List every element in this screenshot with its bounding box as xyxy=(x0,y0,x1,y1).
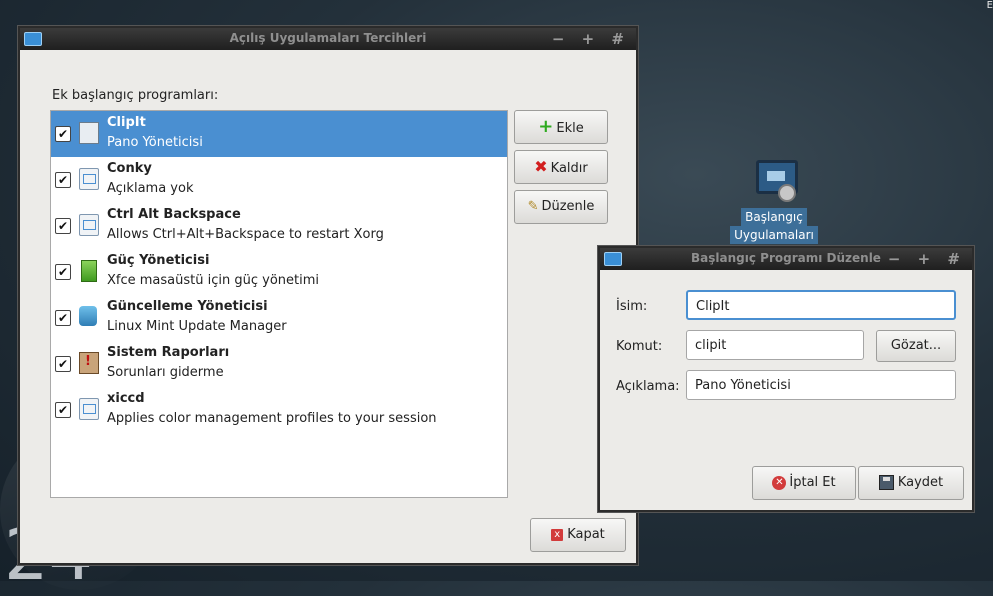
close-icon: ✖ xyxy=(534,157,548,176)
item-desc: Sorunları giderme xyxy=(107,365,224,380)
checkbox[interactable]: ✔ xyxy=(55,402,71,418)
battery-icon xyxy=(81,260,97,282)
generic-app-icon xyxy=(79,168,99,190)
item-desc: Allows Ctrl+Alt+Backspace to restart Xor… xyxy=(107,227,384,242)
cancel-icon: ✕ xyxy=(772,475,787,490)
item-name: Conky xyxy=(107,161,152,176)
clipit-icon xyxy=(79,122,99,144)
item-name: xiccd xyxy=(107,391,145,406)
update-manager-icon xyxy=(79,306,97,326)
close-button[interactable]: x Kapat xyxy=(530,518,626,552)
add-button[interactable]: + Ekle xyxy=(514,110,608,144)
generic-app-icon xyxy=(79,214,99,236)
item-name: ClipIt xyxy=(107,115,146,130)
browse-button[interactable]: Gözat... xyxy=(876,330,956,362)
desktop-icon-label-line1: Başlangıç xyxy=(741,208,807,226)
titlebar[interactable]: Başlangıç Programı Düzenle − + # xyxy=(600,248,972,270)
save-button[interactable]: Kaydet xyxy=(858,466,964,500)
item-desc: Açıklama yok xyxy=(107,181,194,196)
checkbox[interactable]: ✔ xyxy=(55,310,71,326)
edit-icon: ✎ xyxy=(527,199,539,214)
startup-preferences-window: Açılış Uygulamaları Tercihleri − + # Ek … xyxy=(18,26,638,565)
checkbox[interactable]: ✔ xyxy=(55,172,71,188)
item-desc: Applies color management profiles to you… xyxy=(107,411,437,426)
desktop-corner-text: E xyxy=(986,0,993,11)
list-item[interactable]: ✔ Conky Açıklama yok xyxy=(51,157,507,203)
command-field[interactable]: clipit xyxy=(686,330,864,360)
window-controls[interactable]: − + # xyxy=(552,30,630,48)
startup-program-list[interactable]: ✔ ClipIt Pano Yöneticisi ✔ Conky Açıklam… xyxy=(50,110,508,498)
window-title: Açılış Uygulamaları Tercihleri xyxy=(229,31,427,45)
list-item[interactable]: ✔ xiccd Applies color management profile… xyxy=(51,387,507,433)
remove-button[interactable]: ✖ Kaldır xyxy=(514,150,608,184)
item-desc: Linux Mint Update Manager xyxy=(107,319,287,334)
list-item[interactable]: ✔ Sistem Raporları Sorunları giderme xyxy=(51,341,507,387)
list-item[interactable]: ✔ ClipIt Pano Yöneticisi xyxy=(51,111,507,157)
desktop-icon-label-line2: Uygulamaları xyxy=(730,226,818,244)
item-desc: Xfce masaüstü için güç yönetimi xyxy=(107,273,319,288)
desktop-icon-startup-apps[interactable]: Başlangıç Uygulamaları xyxy=(730,158,818,244)
startup-list-caption: Ek başlangıç programları: xyxy=(52,88,219,103)
name-field[interactable]: ClipIt xyxy=(686,290,956,320)
list-item[interactable]: ✔ Ctrl Alt Backspace Allows Ctrl+Alt+Bac… xyxy=(51,203,507,249)
checkbox[interactable]: ✔ xyxy=(55,126,71,142)
close-icon: x xyxy=(551,528,564,541)
name-label: İsim: xyxy=(616,299,648,314)
list-item[interactable]: ✔ Güç Yöneticisi Xfce masaüstü için güç … xyxy=(51,249,507,295)
edit-button[interactable]: ✎ Düzenle xyxy=(514,190,608,224)
plus-icon: + xyxy=(538,116,554,137)
generic-app-icon xyxy=(79,398,99,420)
item-name: Güncelleme Yöneticisi xyxy=(107,299,268,314)
description-label: Açıklama: xyxy=(616,379,680,394)
system-report-icon xyxy=(79,352,99,374)
window-controls[interactable]: − + # xyxy=(888,250,966,268)
description-field[interactable]: Pano Yöneticisi xyxy=(686,370,956,400)
edit-startup-program-window: Başlangıç Programı Düzenle − + # İsim: C… xyxy=(598,246,974,512)
checkbox[interactable]: ✔ xyxy=(55,264,71,280)
titlebar[interactable]: Açılış Uygulamaları Tercihleri − + # xyxy=(20,28,636,50)
monitor-gear-icon xyxy=(752,158,798,202)
list-item[interactable]: ✔ Güncelleme Yöneticisi Linux Mint Updat… xyxy=(51,295,507,341)
item-name: Sistem Raporları xyxy=(107,345,230,360)
item-desc: Pano Yöneticisi xyxy=(107,135,203,150)
floppy-disk-icon xyxy=(878,475,894,490)
item-name: Ctrl Alt Backspace xyxy=(107,207,241,222)
cancel-button[interactable]: ✕ İptal Et xyxy=(752,466,856,500)
checkbox[interactable]: ✔ xyxy=(55,356,71,372)
checkbox[interactable]: ✔ xyxy=(55,218,71,234)
item-name: Güç Yöneticisi xyxy=(107,253,210,268)
command-label: Komut: xyxy=(616,339,663,354)
